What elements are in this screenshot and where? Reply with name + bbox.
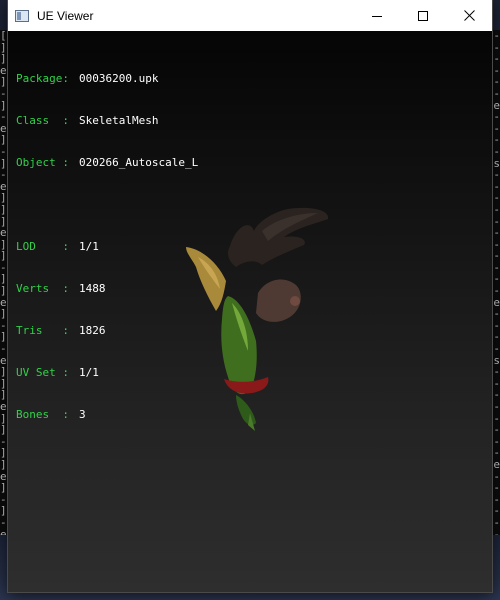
lod-label: LOD :: [16, 240, 69, 253]
bones-label: Bones :: [16, 408, 69, 421]
verts-value: 1488: [79, 282, 106, 295]
window-title: UE Viewer: [37, 8, 94, 23]
mesh-green-leaf-body: [221, 296, 257, 395]
ue-viewer-window[interactable]: UE Viewer Package: 00036200.upk Class: …: [8, 0, 492, 592]
uvset-label: UV Set :: [16, 366, 69, 379]
background-console-char: -: [493, 202, 500, 216]
background-console-char: -: [493, 110, 500, 124]
background-console-char: -: [493, 86, 500, 100]
lod-value: 1/1: [79, 240, 99, 253]
close-icon: [463, 10, 475, 21]
object-value: 020266_Autoscale_L: [79, 156, 199, 169]
background-console-char: -: [493, 226, 500, 240]
background-console-char: -: [493, 515, 500, 529]
bones-value: 3: [79, 408, 86, 421]
package-value: 00036200.upk: [79, 72, 159, 85]
class-label: Class :: [16, 114, 69, 127]
info-row-class: Class : SkeletalMesh: [16, 114, 198, 128]
background-console-char: -: [493, 168, 500, 182]
package-label: Package:: [16, 72, 69, 85]
skeletal-mesh-render[interactable]: [158, 201, 348, 431]
app-window-icon[interactable]: [15, 9, 29, 22]
uvset-value: 1/1: [79, 366, 99, 379]
3d-viewport[interactable]: Package: 00036200.upk Class : SkeletalMesh…: [8, 31, 492, 592]
background-console-char: -: [493, 284, 500, 298]
mesh-nose-part: [290, 296, 300, 306]
background-console-char: -: [493, 342, 500, 356]
mesh-lower-leaf: [236, 395, 256, 425]
class-value: SkeletalMesh: [79, 114, 159, 127]
verts-label: Verts :: [16, 282, 69, 295]
maximize-button[interactable]: [400, 0, 446, 31]
tris-label: Tris :: [16, 324, 69, 337]
background-console-right-edge: ------e----s-----------e----s--------e--…: [491, 30, 500, 535]
background-console-char: -: [493, 30, 500, 42]
close-button[interactable]: [446, 0, 492, 31]
title-bar[interactable]: UE Viewer: [8, 0, 492, 31]
background-console-char: e: [493, 457, 500, 471]
mesh-yellow-leaf: [186, 247, 226, 311]
background-console-char: -: [493, 144, 500, 158]
minimize-icon: [372, 15, 382, 17]
object-label: Object :: [16, 156, 69, 169]
mesh-antler-part: [228, 207, 329, 267]
info-row-package: Package: 00036200.upk: [16, 72, 198, 86]
tris-value: 1826: [79, 324, 106, 337]
background-console-char: -: [493, 481, 500, 495]
info-row-object: Object : 020266_Autoscale_L: [16, 156, 198, 170]
maximize-icon: [418, 10, 428, 21]
background-console-char: -: [493, 400, 500, 413]
minimize-button[interactable]: [354, 0, 400, 31]
desktop: []] e] -] - e] -] - e]]] e]] -]] e] -] - e]]] e]] -]] e]…: [0, 0, 500, 600]
